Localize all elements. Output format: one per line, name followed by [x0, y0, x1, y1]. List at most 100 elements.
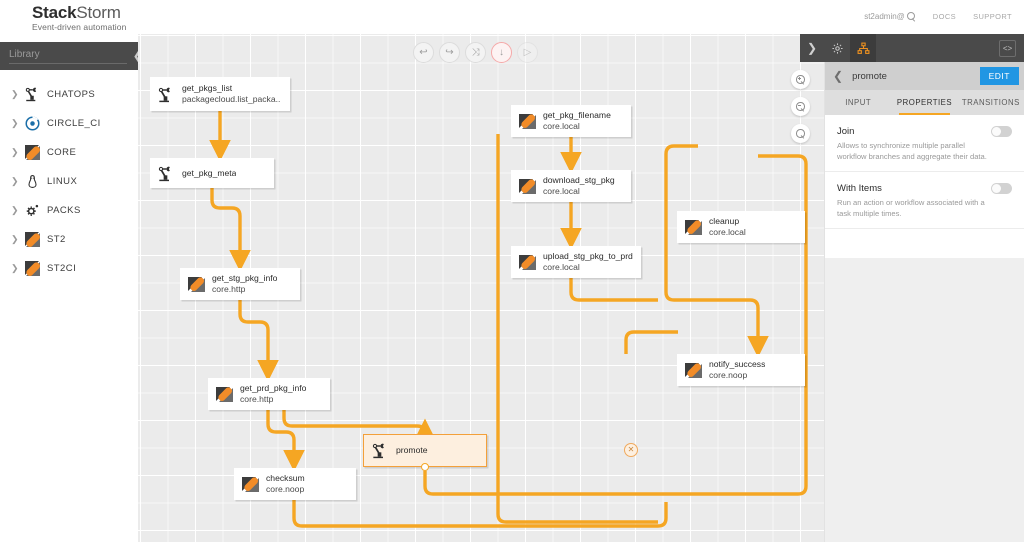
- node-text: notify_success core.noop: [709, 359, 765, 380]
- workflow-graph-icon[interactable]: [850, 34, 876, 62]
- zoom-controls: [791, 70, 810, 143]
- undo-button[interactable]: ↩: [413, 42, 434, 63]
- docs-link[interactable]: DOCS: [933, 12, 956, 21]
- node-name: get_pkg_meta: [182, 167, 237, 178]
- chevron-left-icon[interactable]: ❮: [833, 69, 843, 83]
- sidebar-item-label: LINUX: [47, 176, 78, 187]
- sidebar-item-circle_ci[interactable]: ❯ CIRCLE_CI: [0, 109, 138, 138]
- sidebar-item-chatops[interactable]: ❯ CHATOPS: [0, 80, 138, 109]
- zoom-in-button[interactable]: [791, 70, 810, 89]
- node-name: get_stg_pkg_info: [212, 273, 278, 284]
- chevron-right-icon: ❯: [11, 263, 19, 273]
- sidebar-item-st2ci[interactable]: ❯ ST2CI: [0, 254, 138, 283]
- st2-logo-icon: [216, 386, 233, 402]
- panel-title: promote: [852, 70, 887, 82]
- workflow-node-upload_stg_pkg_to_prd[interactable]: upload_stg_pkg_to_prd core.local: [511, 246, 641, 278]
- penguin-icon: [25, 174, 40, 189]
- library-search-input[interactable]: [9, 48, 127, 64]
- redo-button[interactable]: ↪: [439, 42, 460, 63]
- node-text: promote: [396, 445, 428, 456]
- header-right-links: st2admin@ DOCS SUPPORT: [864, 12, 1012, 21]
- edit-button[interactable]: EDIT: [979, 67, 1019, 85]
- node-name: get_pkgs_list: [182, 83, 233, 94]
- node-action-ref: core.noop: [709, 370, 748, 380]
- tab-properties[interactable]: PROPERTIES: [891, 90, 957, 115]
- node-output-handle[interactable]: [421, 462, 429, 471]
- st2-logo-icon: [24, 260, 41, 277]
- brand-title-bold: Stack: [32, 3, 77, 22]
- property-description: Run an action or workflow associated wit…: [837, 198, 985, 218]
- workflow-node-get_prd_pkg_info[interactable]: get_prd_pkg_info core.http: [208, 378, 330, 410]
- st2-logo-icon: [24, 231, 41, 248]
- stackstorm-workflow-designer: StackStorm Event-driven automation st2ad…: [0, 0, 1024, 542]
- workflow-node-cleanup[interactable]: cleanup core.local: [677, 211, 805, 243]
- tab-input[interactable]: INPUT: [825, 90, 891, 115]
- node-name: promote: [396, 445, 428, 456]
- run-button[interactable]: ▷: [517, 42, 538, 63]
- node-action-ref: core.local: [709, 227, 746, 237]
- support-link[interactable]: SUPPORT: [973, 12, 1012, 21]
- canvas-toolbar: ↩ ↪ ⤨ ↓ ▷: [413, 42, 538, 63]
- st2-logo-icon: [188, 276, 205, 292]
- toggle-with-items[interactable]: [991, 183, 1012, 194]
- node-action-ref: core.http: [240, 394, 274, 404]
- panel-toolbar: ❯ <>: [800, 34, 1024, 62]
- workflow-node-get_pkg_meta[interactable]: get_pkg_meta: [150, 158, 274, 188]
- chevron-right-icon[interactable]: ❯: [800, 34, 824, 62]
- workflow-node-notify_success[interactable]: notify_success core.noop: [677, 354, 805, 386]
- panel-tabs: INPUT PROPERTIES TRANSITIONS: [825, 90, 1024, 115]
- sidebar-item-linux[interactable]: ❯ LINUX: [0, 167, 138, 196]
- robot-icon: [25, 87, 40, 102]
- node-text: cleanup core.local: [709, 216, 746, 237]
- save-button-glyph: ↓: [499, 47, 504, 58]
- node-name: cleanup: [709, 216, 740, 227]
- tab-transitions[interactable]: TRANSITIONS: [958, 90, 1024, 115]
- tab-label: PROPERTIES: [896, 98, 953, 107]
- chevron-right-icon: ❯: [11, 234, 19, 244]
- node-name: get_pkg_filename: [543, 110, 611, 121]
- toggle-join[interactable]: [991, 126, 1012, 137]
- sidebar-item-core[interactable]: ❯ CORE: [0, 138, 138, 167]
- node-name: get_prd_pkg_info: [240, 383, 307, 394]
- save-button[interactable]: ↓: [491, 42, 512, 63]
- brand-tagline: Event-driven automation: [32, 22, 127, 32]
- node-action-ref: core.noop: [266, 484, 305, 494]
- sidebar-item-label: CIRCLE_CI: [47, 118, 101, 129]
- workflow-node-checksum[interactable]: checksum core.noop: [234, 468, 356, 500]
- delete-node-button[interactable]: ✕: [624, 443, 638, 457]
- workflow-node-promote[interactable]: promote: [363, 434, 487, 471]
- panel-empty-area: [825, 258, 1024, 542]
- tab-label: INPUT: [845, 98, 872, 107]
- brand-logo: StackStorm Event-driven automation: [32, 4, 126, 32]
- rearrange-button[interactable]: ⤨: [465, 42, 486, 63]
- st2-logo-icon: [519, 113, 536, 129]
- sidebar-item-packs[interactable]: ❯ PACKS: [0, 196, 138, 225]
- chevron-right-icon: ❯: [11, 176, 19, 186]
- property-title: Join: [837, 126, 855, 137]
- zoom-out-button[interactable]: [791, 97, 810, 116]
- sidebar-item-label: ST2: [47, 234, 66, 245]
- chevron-right-icon: ❯: [11, 89, 19, 99]
- workflow-node-get_stg_pkg_info[interactable]: get_stg_pkg_info core.http: [180, 268, 300, 300]
- robot-icon: [158, 87, 175, 102]
- workflow-node-download_stg_pkg[interactable]: download_stg_pkg core.local: [511, 170, 631, 202]
- sidebar-item-st2[interactable]: ❯ ST2: [0, 225, 138, 254]
- node-action-ref: core.http: [212, 284, 246, 294]
- sidebar-item-label: CHATOPS: [47, 89, 96, 100]
- search-icon[interactable]: [906, 12, 916, 21]
- st2-logo-icon: [685, 362, 702, 378]
- panel-properties-list: Join Allows to synchronize multiple paral…: [825, 115, 1024, 229]
- gear-icon: [25, 203, 40, 218]
- workflow-node-get_pkg_filename[interactable]: get_pkg_filename core.local: [511, 105, 631, 137]
- undo-button-glyph: ↩: [419, 47, 428, 58]
- chevron-right-icon: ❯: [11, 147, 19, 157]
- tab-label: TRANSITIONS: [961, 98, 1020, 107]
- st2-logo-icon: [685, 219, 702, 235]
- st2-logo-icon: [24, 144, 41, 161]
- code-brackets-icon[interactable]: <>: [999, 39, 1016, 57]
- workflow-canvas[interactable]: get_pkgs_list packagecloud.list_packa.. ge…: [138, 34, 824, 542]
- user-menu[interactable]: st2admin@: [864, 12, 916, 21]
- zoom-reset-button[interactable]: [791, 124, 810, 143]
- workflow-node-get_pkgs_list[interactable]: get_pkgs_list packagecloud.list_packa..: [150, 77, 290, 111]
- gear-icon[interactable]: [824, 34, 850, 62]
